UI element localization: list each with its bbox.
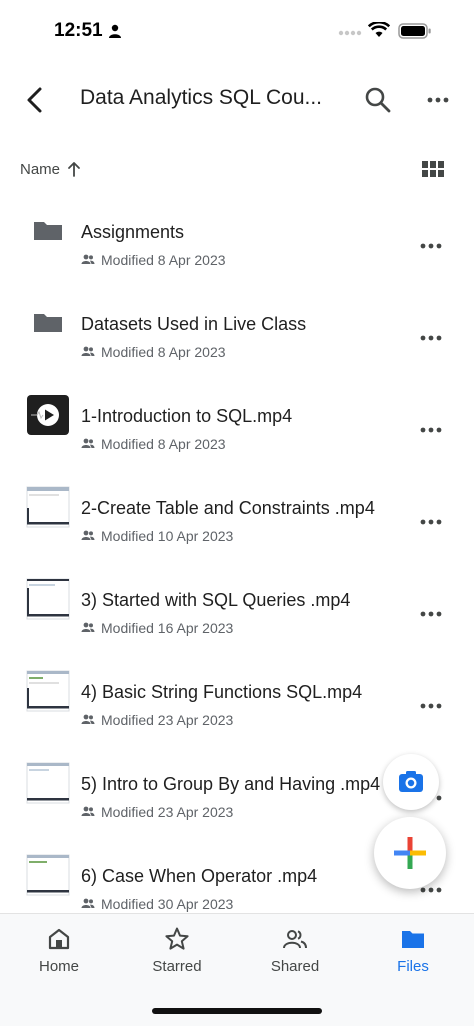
modified-date: Modified 8 Apr 2023: [101, 344, 226, 360]
modified-date: Modified 30 Apr 2023: [101, 896, 234, 912]
list-item[interactable]: 2-Create Table and Constraints .mp4 Modi…: [0, 476, 474, 568]
list-item[interactable]: 3) Started with SQL Queries .mp4 Modifie…: [0, 568, 474, 660]
shared-people-icon: [81, 622, 95, 632]
nav-label: Starred: [152, 958, 202, 975]
nav-shared[interactable]: Shared: [245, 926, 345, 986]
shared-people-icon: [283, 930, 307, 949]
more-options-icon[interactable]: [414, 694, 448, 718]
file-name: 6) Case When Operator .mp4: [81, 866, 318, 886]
file-name: Datasets Used in Live Class: [81, 314, 307, 334]
shared-people-icon: [81, 438, 95, 448]
app-bar: Data Analytics SQL Cou...: [0, 70, 474, 130]
video-thumbnail: [26, 486, 70, 528]
shared-people-icon: [81, 530, 95, 540]
modified-date: Modified 8 Apr 2023: [101, 436, 226, 452]
home-icon: [48, 928, 70, 950]
video-thumbnail: [26, 670, 70, 712]
scan-camera-button[interactable]: [383, 754, 439, 810]
nav-files[interactable]: Files: [363, 926, 463, 986]
more-options-icon[interactable]: [414, 234, 448, 258]
modified-date: Modified 10 Apr 2023: [101, 528, 234, 544]
nav-label: Shared: [270, 958, 320, 975]
nav-starred[interactable]: Starred: [127, 926, 227, 986]
video-thumbnail: [26, 854, 70, 896]
search-icon[interactable]: [362, 84, 394, 116]
list-item[interactable]: Assignments Modified 8 Apr 2023: [0, 200, 474, 292]
list-item[interactable]: Datasets Used in Live Class Modified 8 A…: [0, 292, 474, 384]
file-name: 1-Introduction to SQL.mp4: [81, 406, 293, 426]
more-options-icon[interactable]: [422, 84, 454, 116]
sort-row: Name: [0, 152, 474, 188]
nav-home[interactable]: Home: [9, 926, 109, 986]
video-thumbnail: [27, 395, 69, 435]
modified-date: Modified 16 Apr 2023: [101, 620, 234, 636]
modified-date: Modified 23 Apr 2023: [101, 804, 234, 820]
modified-date: Modified 8 Apr 2023: [101, 252, 226, 268]
shared-people-icon: [81, 346, 95, 356]
nav-label: Home: [38, 958, 79, 975]
file-name: Assignments: [81, 222, 185, 242]
status-bar: 12:51: [0, 0, 474, 64]
home-indicator: [152, 1008, 322, 1014]
more-options-icon[interactable]: [414, 602, 448, 626]
arrow-up-icon[interactable]: [66, 160, 82, 178]
page-title: Data Analytics SQL Cou...: [80, 86, 323, 109]
more-options-icon[interactable]: [414, 418, 448, 442]
video-thumbnail: [26, 578, 70, 620]
list-item[interactable]: 4) Basic String Functions SQL.mp4 Modifi…: [0, 660, 474, 752]
sort-by-name-button[interactable]: Name: [20, 161, 60, 178]
shared-people-icon: [81, 714, 95, 724]
camera-icon: [399, 771, 423, 792]
modified-date: Modified 23 Apr 2023: [101, 712, 234, 728]
file-name: 4) Basic String Functions SQL.mp4: [81, 682, 363, 702]
wifi-icon: [368, 22, 390, 37]
shared-people-icon: [81, 254, 95, 264]
cellular-signal-icon: [338, 30, 362, 36]
folder-icon: [34, 222, 62, 240]
video-thumbnail: [26, 762, 70, 804]
file-name: 3) Started with SQL Queries .mp4: [81, 590, 351, 610]
nav-label: Files: [397, 958, 429, 975]
file-name: 2-Create Table and Constraints .mp4: [81, 498, 375, 518]
status-time: 12:51: [54, 20, 103, 41]
folder-icon: [402, 931, 424, 948]
new-item-button[interactable]: [374, 817, 446, 889]
star-icon: [165, 927, 189, 950]
grid-view-icon[interactable]: [418, 156, 448, 184]
more-options-icon[interactable]: [414, 510, 448, 534]
shared-people-icon: [81, 898, 95, 908]
back-button[interactable]: [18, 82, 54, 118]
list-item[interactable]: 1-Introduction to SQL.mp4 Modified 8 Apr…: [0, 384, 474, 476]
folder-icon: [34, 314, 62, 332]
battery-icon: [398, 23, 431, 39]
file-name: 5) Intro to Group By and Having .mp4: [81, 774, 381, 794]
person-icon: [109, 24, 121, 38]
shared-people-icon: [81, 806, 95, 816]
plus-icon: [394, 837, 426, 869]
more-options-icon[interactable]: [414, 326, 448, 350]
